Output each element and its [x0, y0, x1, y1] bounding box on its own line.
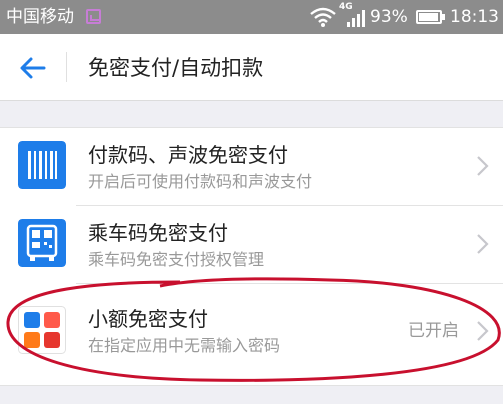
settings-list: 付款码、声波免密支付 开启后可使用付款码和声波支付 乘车码免密支付 乘车码免密支…	[0, 127, 503, 386]
back-arrow-icon[interactable]	[16, 54, 50, 82]
row-subtitle: 乘车码免密支付授权管理	[88, 250, 265, 269]
chevron-right-icon	[477, 234, 489, 254]
row-title: 小额免密支付	[88, 307, 208, 331]
row-small-amount-payment[interactable]: 小额免密支付 在指定应用中无需输入密码 已开启	[0, 284, 503, 384]
title-divider	[66, 52, 67, 82]
app-notification-icon	[86, 9, 101, 24]
wifi-icon	[310, 7, 336, 27]
row-title: 乘车码免密支付	[88, 221, 228, 245]
clock: 18:13	[450, 7, 499, 27]
row-barcode-payment[interactable]: 付款码、声波免密支付 开启后可使用付款码和声波支付	[0, 128, 503, 206]
cell-signal-icon	[347, 10, 365, 27]
battery-percent: 93%	[370, 7, 408, 27]
status-bar: 中国移动 4G 93% 18:13	[0, 0, 503, 34]
status-label: 已开启	[408, 321, 459, 341]
row-bus-code-payment[interactable]: 乘车码免密支付 乘车码免密支付授权管理	[0, 206, 503, 284]
battery-icon	[416, 10, 442, 24]
title-bar: 免密支付/自动扣款	[0, 34, 503, 101]
bus-code-icon	[18, 219, 66, 267]
row-title: 付款码、声波免密支付	[88, 143, 288, 167]
battery-fill	[419, 13, 438, 21]
barcode-icon	[18, 141, 66, 189]
battery-tip	[442, 14, 445, 20]
app-grid-icon	[18, 306, 66, 354]
carrier-name: 中国移动	[6, 7, 74, 27]
chevron-right-icon	[477, 156, 489, 176]
row-subtitle: 开启后可使用付款码和声波支付	[88, 172, 313, 191]
chevron-right-icon	[477, 321, 489, 341]
row-subtitle: 在指定应用中无需输入密码	[88, 336, 281, 355]
page-title: 免密支付/自动扣款	[88, 56, 264, 80]
